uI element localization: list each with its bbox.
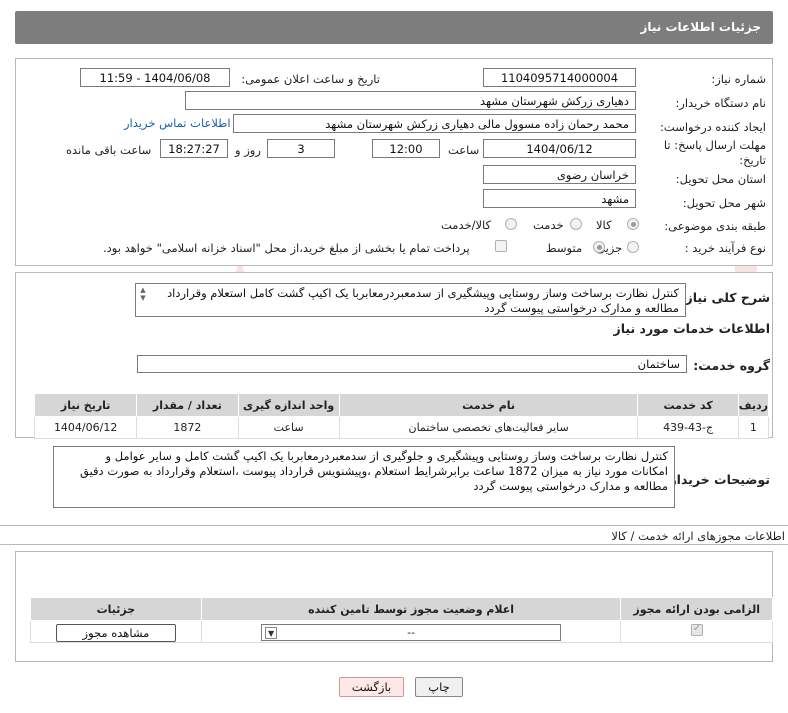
col-row: ردیف (737, 393, 770, 417)
remaining-time-label: ساعت باقی مانده (66, 143, 152, 157)
need-info-panel (15, 58, 773, 266)
col-date: تاریخ نیاز (33, 393, 138, 417)
buyer-org-label: نام دستگاه خریدار: (675, 96, 766, 110)
cell-code: ج-43-439 (637, 416, 739, 439)
category-radio-goods-service[interactable] (505, 218, 517, 230)
cell-row: 1 (737, 416, 770, 439)
category-radio-service[interactable] (570, 218, 582, 230)
summary-text-line1: کنترل نظارت برساخت وساز روستایی وپیشگیری… (167, 286, 679, 300)
province-label: استان محل تحویل: (675, 172, 766, 186)
creator-label: ایجاد کننده درخواست: (660, 120, 766, 134)
category-option-goods-service: کالا/خدمت (441, 218, 492, 232)
buyer-notes-line3: مطالعه و مدارک درخواستی پیوست گردد (473, 479, 668, 493)
permits-table-header: الزامی بودن ارائه مجوز اعلام وضعیت مجوز … (30, 597, 773, 621)
category-radio-goods[interactable] (627, 218, 639, 230)
back-button[interactable]: بازگشت (339, 677, 404, 697)
creator-field: محمد رحمان زاده مسوول مالی دهیاری زرکش ش… (233, 114, 636, 133)
cell-qty: 1872 (136, 416, 239, 439)
process-option-medium: متوسط (546, 241, 583, 255)
permit-required-checkbox (690, 623, 703, 636)
permit-status-select[interactable]: -- ▼ (261, 624, 562, 641)
chevron-down-icon[interactable]: ▼ (265, 627, 278, 639)
treasury-checkbox[interactable] (495, 240, 507, 252)
category-option-goods: کالا (596, 218, 612, 232)
col-permit-required: الزامی بودن ارائه مجوز (620, 597, 773, 621)
cell-permit-required (620, 620, 773, 643)
table-row: -- ▼ مشاهده مجوز (30, 620, 773, 643)
cell-unit: ساعت (237, 416, 340, 439)
cell-name: سایر فعالیت‌های تخصصی ساختمان (338, 416, 639, 439)
process-radio-minor[interactable] (627, 241, 639, 253)
deadline-date-field: 1404/06/12 (483, 139, 636, 158)
summary-textarea[interactable]: کنترل نظارت برساخت وساز روستایی وپیشگیری… (135, 283, 686, 317)
scroll-arrows-icon[interactable]: ▲ ▼ (138, 286, 148, 302)
print-button[interactable]: چاپ (415, 677, 463, 697)
buyer-notes-line2: امکانات مورد نیاز به میزان 1872 ساعت برا… (79, 464, 668, 478)
table-row[interactable]: 1 ج-43-439 سایر فعالیت‌های تخصصی ساختمان… (33, 416, 770, 439)
cell-permit-details: مشاهده مجوز (30, 620, 202, 643)
summary-label: شرح کلی نیاز: (680, 290, 770, 305)
province-field: خراسان رضوی (483, 165, 636, 184)
cell-permit-status: -- ▼ (200, 620, 622, 643)
col-code: کد خدمت (637, 393, 739, 417)
service-group-field: ساختمان (137, 355, 687, 373)
process-radio-medium[interactable] (593, 241, 605, 253)
service-group-label: گروه خدمت: (693, 358, 770, 373)
deadline-time-field: 12:00 (372, 139, 440, 158)
days-remaining-field: 3 (267, 139, 335, 158)
buyer-notes-label: توضیحات خریدار: (664, 472, 770, 487)
category-option-service: خدمت (533, 218, 564, 232)
buyer-notes-line1: کنترل نظارت برساخت وساز روستایی وپیشگیری… (105, 449, 668, 463)
treasury-note: پرداخت تمام یا بخشی از مبلغ خرید،از محل … (103, 241, 470, 255)
city-label: شهر محل تحویل: (682, 196, 766, 210)
view-permit-button[interactable]: مشاهده مجوز (55, 623, 176, 642)
days-label: روز و (235, 143, 261, 157)
deadline-time-label: ساعت (448, 143, 480, 157)
buyer-org-field: دهیاری زرکش شهرستان مشهد (185, 91, 636, 110)
services-section-title: اطلاعات خدمات مورد نیاز (613, 321, 771, 336)
cell-date: 1404/06/12 (33, 416, 138, 439)
col-permit-status: اعلام وضعیت مجوز توسط تامین کننده (200, 597, 622, 621)
page-header: جزئیات اطلاعات نیاز (15, 11, 773, 44)
summary-text-line2: مطالعه و مدارک درخواستی پیوست گردد (484, 301, 679, 315)
col-name: نام خدمت (338, 393, 639, 417)
buyer-notes-textarea[interactable]: کنترل نظارت برساخت وساز روستایی وپیشگیری… (53, 446, 675, 508)
need-number-label: شماره نیاز: (711, 72, 766, 86)
col-unit: واحد اندازه گیری (237, 393, 340, 417)
deadline-label-line2: تاریخ: (739, 153, 766, 167)
remaining-time-field: 18:27:27 (160, 139, 228, 158)
deadline-label-line1: مهلت ارسال پاسخ: تا (663, 138, 766, 152)
city-field: مشهد (483, 189, 636, 208)
page-title: جزئیات اطلاعات نیاز (640, 20, 761, 34)
services-table: ردیف کد خدمت نام خدمت واحد اندازه گیری ت… (33, 393, 770, 439)
col-qty: تعداد / مقدار (136, 393, 239, 417)
category-label: طبقه بندی موضوعی: (664, 219, 766, 233)
permits-table: الزامی بودن ارائه مجوز اعلام وضعیت مجوز … (30, 597, 773, 643)
col-permit-details: جزئیات (30, 597, 202, 621)
permits-section-title: اطلاعات مجوزهای ارائه خدمت / کالا (611, 529, 785, 543)
process-type-label: نوع فرآیند خرید : (684, 241, 766, 255)
permit-status-value: -- (407, 626, 416, 639)
announce-datetime-label: تاریخ و ساعت اعلان عمومی: (241, 72, 380, 86)
services-table-header: ردیف کد خدمت نام خدمت واحد اندازه گیری ت… (33, 393, 770, 417)
need-number-field: 1104095714000004 (483, 68, 636, 87)
announce-datetime-field: 1404/06/08 - 11:59 (80, 68, 230, 87)
buyer-contact-link[interactable]: اطلاعات تماس خریدار (124, 116, 231, 130)
